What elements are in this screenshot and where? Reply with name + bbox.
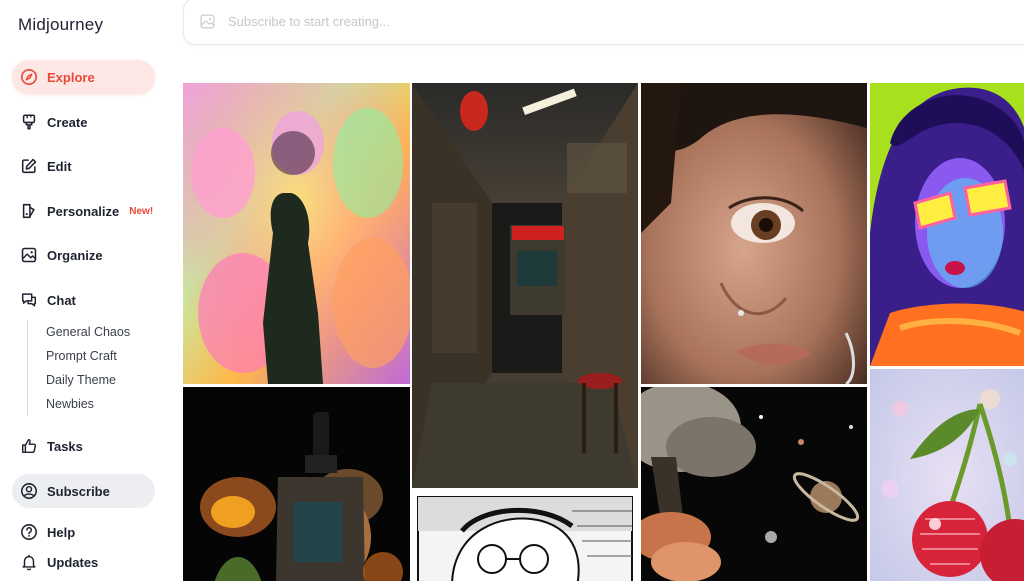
gallery-image-4[interactable]	[870, 83, 1024, 366]
nav-subscribe-label: Subscribe	[47, 483, 110, 499]
user-circle-icon	[20, 482, 38, 500]
nav-subscribe[interactable]: Subscribe	[12, 474, 155, 508]
edit-icon	[20, 157, 38, 175]
freckled-face-closeup-image	[641, 83, 867, 384]
new-badge: New!	[129, 205, 154, 217]
gallery-image-7[interactable]	[412, 491, 638, 581]
neon-cats-silhouette-image	[183, 83, 410, 384]
nav-edit[interactable]: Edit	[12, 149, 155, 183]
chat-channel-prompt-craft[interactable]: Prompt Craft	[46, 344, 147, 368]
help-icon	[20, 523, 38, 541]
nav-create[interactable]: Create	[12, 105, 155, 139]
nav-create-label: Create	[47, 114, 88, 130]
personalize-icon	[20, 202, 38, 220]
nav-explore-label: Explore	[47, 69, 95, 85]
nav-chat-label: Chat	[47, 292, 76, 308]
nav-organize[interactable]: Organize	[12, 238, 155, 272]
manga-glasses-portrait-image	[412, 491, 638, 581]
nav-chat[interactable]: Chat	[12, 283, 155, 317]
disco-cherries-image	[870, 369, 1024, 581]
nav-organize-label: Organize	[47, 247, 103, 263]
sidebar: Midjourney Explore Create Edit Personali…	[0, 0, 170, 581]
brand-logo[interactable]: Midjourney	[18, 15, 103, 35]
nav-help-label: Help	[47, 524, 76, 540]
image-upload-icon[interactable]	[199, 13, 216, 30]
chat-channel-daily-theme[interactable]: Daily Theme	[46, 368, 147, 392]
gallery-image-2[interactable]	[412, 83, 638, 488]
prompt-input[interactable]	[228, 14, 728, 29]
gallery-image-1[interactable]	[183, 83, 410, 384]
serum-bottle-product-image	[183, 387, 410, 581]
nav-tasks-label: Tasks	[47, 438, 83, 454]
chat-channel-newbies[interactable]: Newbies	[46, 392, 147, 416]
prompt-bar[interactable]	[183, 0, 1024, 45]
nav-personalize[interactable]: Personalize New!	[12, 194, 155, 228]
nav-tasks[interactable]: Tasks	[12, 429, 155, 463]
nav-help[interactable]: Help	[12, 515, 155, 549]
paintbrush-icon	[20, 113, 38, 131]
nav-personalize-label: Personalize	[47, 203, 120, 219]
gallery-image-5[interactable]	[183, 387, 410, 581]
pop-art-sunglasses-girl-image	[870, 83, 1024, 366]
chat-channel-list: General Chaos Prompt Craft Daily Theme N…	[27, 320, 147, 416]
thumbs-up-icon	[20, 437, 38, 455]
compass-icon	[20, 68, 38, 86]
nav-updates-label: Updates	[47, 554, 99, 570]
gallery-image-6[interactable]	[641, 387, 867, 581]
bell-icon	[20, 553, 38, 571]
chat-channel-general-chaos[interactable]: General Chaos	[46, 320, 147, 344]
gallery-image-8[interactable]	[870, 369, 1024, 581]
cosmic-tree-planets-image	[641, 387, 867, 581]
gallery-image-3[interactable]	[641, 83, 867, 384]
nav-updates[interactable]: Updates	[12, 545, 155, 579]
retro-arcade-alley-image	[412, 83, 638, 488]
nav-edit-label: Edit	[47, 158, 72, 174]
chat-bubble-icon	[20, 291, 38, 309]
nav-explore[interactable]: Explore	[12, 60, 155, 94]
image-icon	[20, 246, 38, 264]
